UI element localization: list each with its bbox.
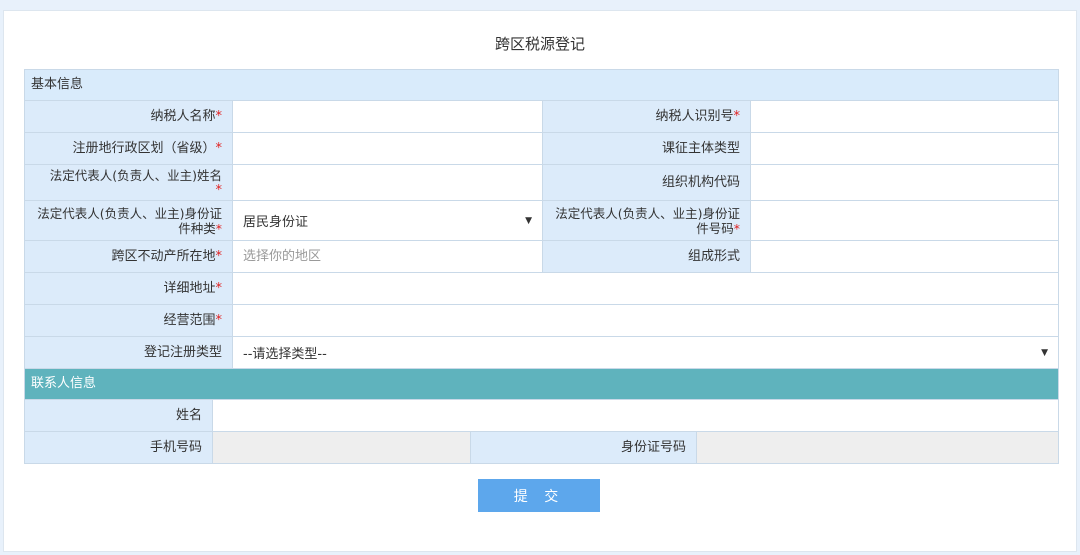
legal-rep-idno-cell bbox=[751, 201, 1058, 240]
form-row: 纳税人名称 * 纳税人识别号 * bbox=[24, 101, 1059, 133]
label-text: 经营范围 bbox=[163, 313, 216, 328]
property-location-label: 跨区不动产所在地 * bbox=[25, 241, 233, 272]
legal-rep-idtype-cell: 居民身份证 ▼ bbox=[233, 201, 543, 240]
phone-input[interactable] bbox=[223, 432, 470, 463]
address-input[interactable] bbox=[243, 273, 1058, 304]
legal-rep-idtype-select[interactable]: 居民身份证 ▼ bbox=[243, 211, 542, 230]
submit-button[interactable]: 提 交 bbox=[478, 479, 600, 512]
basic-info-header-row: 基本信息 bbox=[24, 69, 1059, 101]
form-row: 登记注册类型 --请选择类型-- ▼ bbox=[24, 337, 1059, 369]
label-wrap: 法定代表人(负责人、业主)身份证件号码* bbox=[545, 206, 740, 236]
taxpayer-id-cell bbox=[751, 101, 1058, 132]
idcard-label: 身份证号码 bbox=[471, 432, 697, 463]
required-mark: * bbox=[215, 141, 223, 156]
subject-type-cell bbox=[751, 133, 1058, 164]
label-text: 法定代表人(负责人、业主)身份证件种类 bbox=[37, 205, 222, 236]
legal-rep-name-label: 法定代表人(负责人、业主)姓名 * bbox=[25, 165, 233, 200]
required-mark: * bbox=[215, 281, 223, 296]
region-cell bbox=[233, 133, 543, 164]
composition-input[interactable] bbox=[761, 241, 1058, 272]
business-scope-input[interactable] bbox=[243, 305, 1058, 336]
required-mark: * bbox=[215, 182, 223, 198]
contact-name-label: 姓名 bbox=[25, 400, 213, 431]
contact-name-input[interactable] bbox=[223, 400, 1058, 431]
taxpayer-id-label: 纳税人识别号 * bbox=[543, 101, 751, 132]
label-text: 详细地址 bbox=[163, 281, 216, 296]
legal-rep-idtype-label: 法定代表人(负责人、业主)身份证件种类* bbox=[25, 201, 233, 240]
idcard-cell bbox=[697, 432, 1058, 463]
legal-rep-idno-label: 法定代表人(负责人、业主)身份证件号码* bbox=[543, 201, 751, 240]
subject-type-label: 课征主体类型 bbox=[543, 133, 751, 164]
required-mark: * bbox=[733, 109, 741, 124]
reg-type-label: 登记注册类型 bbox=[25, 337, 233, 368]
label-text: 组成形式 bbox=[687, 249, 740, 264]
phone-cell bbox=[213, 432, 471, 463]
composition-cell bbox=[751, 241, 1058, 272]
required-mark: * bbox=[215, 313, 223, 328]
label-text: 法定代表人(负责人、业主)身份证件号码 bbox=[555, 205, 740, 236]
label-text: 组织机构代码 bbox=[661, 175, 740, 190]
region-label: 注册地行政区划（省级） * bbox=[25, 133, 233, 164]
required-mark: * bbox=[733, 220, 740, 236]
select-value: 居民身份证 bbox=[243, 215, 309, 230]
label-text: 姓名 bbox=[175, 408, 202, 423]
form-row: 详细地址 * bbox=[24, 273, 1059, 305]
label-text: 手机号码 bbox=[149, 440, 202, 455]
label-text: 跨区不动产所在地 bbox=[111, 249, 216, 264]
contact-header-row: 联系人信息 bbox=[24, 369, 1059, 400]
label-text: 纳税人识别号 bbox=[655, 109, 734, 124]
taxpayer-name-label: 纳税人名称 * bbox=[25, 101, 233, 132]
required-mark: * bbox=[215, 109, 223, 124]
form-row: 跨区不动产所在地* 组成形式 bbox=[24, 241, 1059, 273]
label-wrap: 法定代表人(负责人、业主)身份证件种类* bbox=[27, 206, 222, 236]
idcard-input[interactable] bbox=[707, 432, 1058, 463]
reg-type-select[interactable]: --请选择类型-- ▼ bbox=[243, 343, 1058, 362]
business-scope-label: 经营范围 * bbox=[25, 305, 233, 336]
org-code-label: 组织机构代码 bbox=[543, 165, 751, 200]
region-input[interactable] bbox=[243, 133, 542, 164]
required-mark: * bbox=[215, 220, 222, 236]
label-text: 法定代表人(负责人、业主)姓名 bbox=[49, 167, 222, 183]
phone-label: 手机号码 bbox=[25, 432, 213, 463]
form-row: 手机号码 身份证号码 bbox=[24, 432, 1059, 464]
page-panel: 跨区税源登记 基本信息 纳税人名称 * 纳税人识别号 * 注册地行政区划（省级） * bbox=[3, 10, 1077, 552]
required-mark: * bbox=[215, 249, 223, 264]
registration-form: 基本信息 纳税人名称 * 纳税人识别号 * 注册地行政区划（省级） * 课征主体… bbox=[24, 69, 1059, 464]
taxpayer-id-input[interactable] bbox=[761, 101, 1058, 132]
business-scope-cell bbox=[233, 305, 1058, 336]
property-location-input[interactable] bbox=[243, 241, 542, 272]
page-title: 跨区税源登记 bbox=[494, 35, 585, 53]
form-row: 法定代表人(负责人、业主)身份证件种类* 居民身份证 ▼ 法定代表人(负责人、业… bbox=[24, 201, 1059, 241]
address-label: 详细地址 * bbox=[25, 273, 233, 304]
legal-rep-idno-input[interactable] bbox=[761, 201, 1058, 240]
property-location-cell bbox=[233, 241, 543, 272]
dropdown-caret-icon: ▼ bbox=[1041, 347, 1048, 358]
reg-type-cell: --请选择类型-- ▼ bbox=[233, 337, 1058, 368]
contact-info-heading: 联系人信息 bbox=[25, 369, 1058, 399]
taxpayer-name-input[interactable] bbox=[243, 101, 542, 132]
form-row: 注册地行政区划（省级） * 课征主体类型 bbox=[24, 133, 1059, 165]
subject-type-input[interactable] bbox=[761, 133, 1058, 164]
basic-info-heading: 基本信息 bbox=[25, 70, 1058, 100]
contact-name-cell bbox=[213, 400, 1058, 431]
label-text: 纳税人名称 bbox=[150, 109, 216, 124]
org-code-cell bbox=[751, 165, 1058, 200]
form-row: 经营范围 * bbox=[24, 305, 1059, 337]
legal-rep-name-input[interactable] bbox=[243, 165, 542, 200]
label-text: 身份证号码 bbox=[620, 440, 686, 455]
label-text: 登记注册类型 bbox=[143, 345, 222, 360]
legal-rep-name-cell bbox=[233, 165, 543, 200]
dropdown-caret-icon: ▼ bbox=[525, 215, 532, 226]
select-value: --请选择类型-- bbox=[243, 347, 327, 362]
label-text: 课征主体类型 bbox=[661, 141, 740, 156]
address-cell bbox=[233, 273, 1058, 304]
taxpayer-name-cell bbox=[233, 101, 543, 132]
form-row: 法定代表人(负责人、业主)姓名 * 组织机构代码 bbox=[24, 165, 1059, 201]
label-text: 注册地行政区划（省级） bbox=[72, 141, 216, 156]
org-code-input[interactable] bbox=[761, 165, 1058, 200]
composition-label: 组成形式 bbox=[543, 241, 751, 272]
form-row: 姓名 bbox=[24, 400, 1059, 432]
